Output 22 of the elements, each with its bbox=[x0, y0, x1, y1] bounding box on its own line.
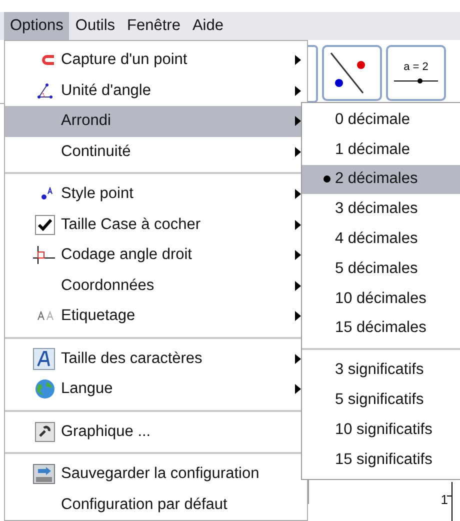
axis-label: 1 bbox=[440, 492, 448, 507]
save-icon bbox=[33, 464, 55, 484]
font-icon bbox=[33, 348, 55, 370]
menu-bar-item[interactable]: Outils bbox=[69, 12, 122, 40]
toolbar-button[interactable]: a = 2 bbox=[386, 45, 446, 101]
magnet-icon bbox=[41, 53, 55, 68]
point-icon bbox=[39, 187, 55, 202]
menu-item[interactable]: Unité d'angle bbox=[5, 76, 307, 106]
wrench-icon bbox=[35, 422, 55, 442]
right-angle-icon bbox=[33, 246, 55, 264]
menu-bar-item[interactable]: Aide bbox=[186, 12, 230, 40]
angle-icon bbox=[37, 82, 55, 99]
toolbar-button[interactable] bbox=[322, 45, 382, 101]
menu-item[interactable]: Configuration par défaut bbox=[5, 490, 307, 520]
slider-icon bbox=[394, 77, 438, 85]
menu-bar-item[interactable]: Options bbox=[4, 12, 70, 40]
globe-icon bbox=[35, 379, 55, 400]
letters-icon bbox=[37, 311, 55, 322]
menu-item[interactable]: Capture d'un point bbox=[5, 45, 307, 76]
menu-item[interactable]: 2 décimales bbox=[302, 164, 460, 194]
checkbox-icon bbox=[35, 214, 55, 235]
menu-bar-item[interactable]: Fenêtre bbox=[121, 12, 186, 40]
